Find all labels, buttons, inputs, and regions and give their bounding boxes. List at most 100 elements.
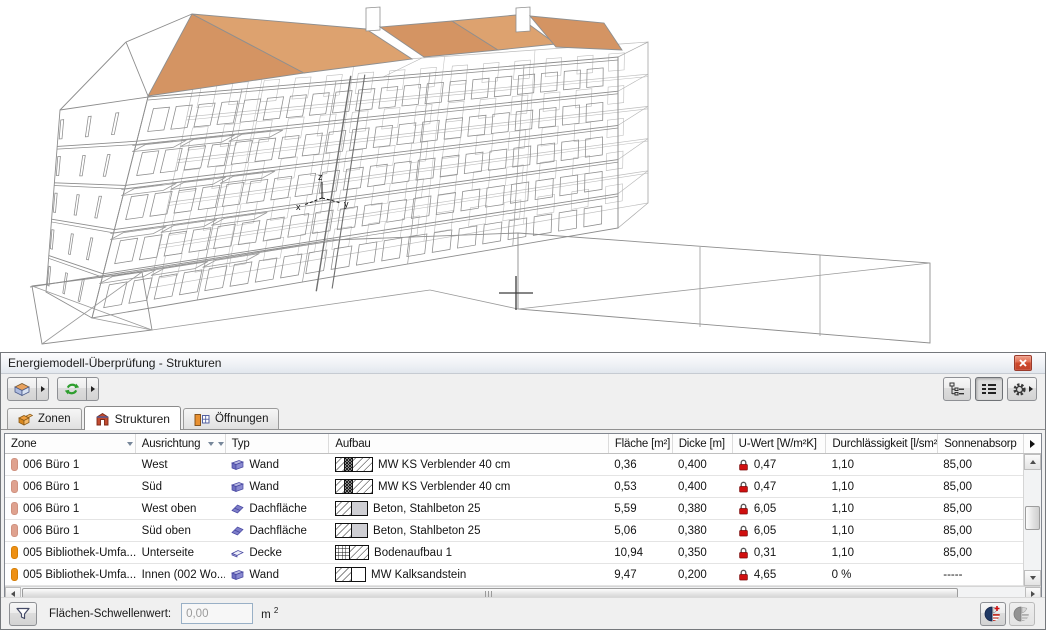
table-rows: 006 Büro 1 West Wand MW KS Verblender 40… — [5, 454, 1023, 586]
tab-label: Öffnungen — [215, 413, 269, 425]
structures-table: Zone Ausrichtung Typ Aufbau Fläche [m²] … — [4, 433, 1042, 599]
zones-icon — [18, 413, 33, 426]
palette-title: Energiemodell-Überprüfung - Strukturen — [8, 356, 221, 370]
table-header-row: Zone Ausrichtung Typ Aufbau Fläche [m²] … — [5, 434, 1041, 454]
table-row[interactable]: 005 Bibliothek-Umfa... Unterseite Decke … — [5, 542, 1023, 564]
roof-icon — [231, 525, 244, 537]
tab-zonen[interactable]: Zonen — [7, 408, 82, 429]
scroll-up-button[interactable] — [1024, 454, 1041, 470]
palette-footer: Flächen-Schwellenwert: m 2 — [1, 597, 1045, 629]
gear-icon — [1012, 382, 1027, 397]
refresh-icon — [64, 381, 80, 397]
zone-color-chip — [11, 458, 18, 471]
palette-tabbar: Zonen Strukturen Öffnungen — [1, 404, 1045, 430]
scroll-up-icon — [1030, 460, 1036, 464]
threshold-unit: m 2 — [261, 606, 278, 621]
lock-icon — [738, 503, 749, 515]
column-header-aufbau[interactable]: Aufbau — [329, 434, 608, 453]
sort-desc-icon — [218, 442, 224, 446]
wall-icon — [231, 569, 244, 581]
column-header-ausrichtung[interactable]: Ausrichtung — [136, 434, 226, 453]
axis-label-z: z — [318, 172, 323, 182]
close-button[interactable] — [1014, 355, 1032, 371]
zone-color-chip — [11, 502, 18, 515]
lock-icon — [738, 569, 749, 581]
column-header-sonnenabsorption[interactable]: Sonnenabsorp — [938, 434, 1024, 453]
openings-icon — [194, 413, 210, 426]
axis-label-y: y — [344, 199, 349, 209]
structures-icon — [95, 412, 110, 426]
axis-label-x: x — [296, 202, 301, 212]
wireframe-building-model: z x y — [0, 0, 1046, 352]
scroll-down-icon — [1030, 576, 1036, 580]
list-view-icon — [981, 382, 997, 396]
zone-color-chip — [11, 568, 18, 581]
sort-desc-icon — [127, 442, 133, 446]
vertical-scroll-thumb[interactable] — [1025, 506, 1040, 530]
tree-view-button[interactable] — [943, 377, 971, 401]
crosshair-cursor — [499, 276, 533, 310]
wall-icon — [231, 459, 244, 471]
scroll-down-button[interactable] — [1024, 570, 1041, 586]
tab-oeffnungen[interactable]: Öffnungen — [183, 408, 280, 429]
threshold-input[interactable] — [181, 603, 253, 624]
tree-view-icon — [949, 382, 965, 396]
lock-icon — [738, 459, 749, 471]
update-model-button[interactable] — [57, 377, 87, 401]
energy-model-review-palette: Energiemodell-Überprüfung - Strukturen — [0, 352, 1046, 630]
composite-swatch-beton — [335, 523, 368, 538]
threshold-label: Flächen-Schwellenwert: — [49, 608, 171, 620]
composite-swatch-beton — [335, 501, 368, 516]
composite-swatch-kalksandstein — [335, 567, 366, 582]
close-icon — [1019, 359, 1027, 367]
energy-model-cube-icon — [13, 381, 31, 397]
zone-color-chip — [11, 546, 18, 559]
footer-action-buttons — [980, 602, 1035, 626]
3d-model-viewport[interactable]: z x y — [0, 0, 1046, 352]
column-header-flaeche[interactable]: Fläche [m²] — [609, 434, 673, 453]
tab-label: Zonen — [38, 413, 71, 425]
tab-strukturen[interactable]: Strukturen — [84, 406, 181, 430]
sort-desc-icon — [208, 442, 214, 446]
table-row[interactable]: 005 Bibliothek-Umfa... Innen (002 Wo... … — [5, 564, 1023, 586]
filter-button[interactable] — [9, 602, 37, 626]
table-row[interactable]: 006 Büro 1 West oben Dachfläche Beton, S… — [5, 498, 1023, 520]
column-header-zone[interactable]: Zone — [5, 434, 136, 453]
roof-icon — [231, 503, 244, 515]
lock-icon — [738, 481, 749, 493]
composite-swatch-boden — [335, 545, 369, 560]
filter-funnel-icon — [16, 607, 30, 620]
table-row[interactable]: 006 Büro 1 Süd oben Dachfläche Beton, St… — [5, 520, 1023, 542]
show-energy-model-button[interactable] — [7, 377, 37, 401]
more-columns-icon — [1030, 440, 1035, 448]
column-header-durchlaessigkeit[interactable]: Durchlässigkeit [l/sm²] — [826, 434, 938, 453]
show-energy-model-dropdown[interactable] — [37, 377, 49, 401]
column-header-dicke[interactable]: Dicke [m] — [673, 434, 733, 453]
palette-toolbar — [1, 374, 1045, 404]
tab-label: Strukturen — [115, 412, 170, 426]
list-view-button[interactable] — [975, 377, 1003, 401]
column-header-typ[interactable]: Typ — [226, 434, 330, 453]
table-row[interactable]: 006 Büro 1 Süd Wand MW KS Verblender 40 … — [5, 476, 1023, 498]
update-model-dropdown[interactable] — [87, 377, 99, 401]
palette-titlebar: Energiemodell-Überprüfung - Strukturen — [1, 353, 1045, 374]
dropdown-arrow-icon — [1029, 386, 1033, 392]
more-columns-button[interactable] — [1024, 434, 1041, 453]
wall-icon — [231, 481, 244, 493]
zone-color-chip — [11, 480, 18, 493]
slab-icon — [231, 547, 244, 559]
zone-color-chip — [11, 524, 18, 537]
start-energy-evaluation-button[interactable] — [980, 602, 1006, 626]
vertical-scrollbar[interactable] — [1023, 454, 1041, 586]
energy-report-icon — [984, 605, 1002, 623]
vertical-scroll-track[interactable] — [1024, 470, 1041, 570]
column-header-u-wert[interactable]: U-Wert [W/m²K] — [733, 434, 827, 453]
lock-icon — [738, 547, 749, 559]
dropdown-arrow-icon — [41, 386, 45, 392]
composite-swatch-verblender — [335, 479, 373, 494]
table-row[interactable]: 006 Büro 1 West Wand MW KS Verblender 40… — [5, 454, 1023, 476]
view-mode-buttons — [939, 377, 1037, 401]
settings-button[interactable] — [1007, 377, 1037, 401]
energy-report-disabled-icon — [1013, 605, 1031, 623]
composite-swatch-verblender — [335, 457, 373, 472]
